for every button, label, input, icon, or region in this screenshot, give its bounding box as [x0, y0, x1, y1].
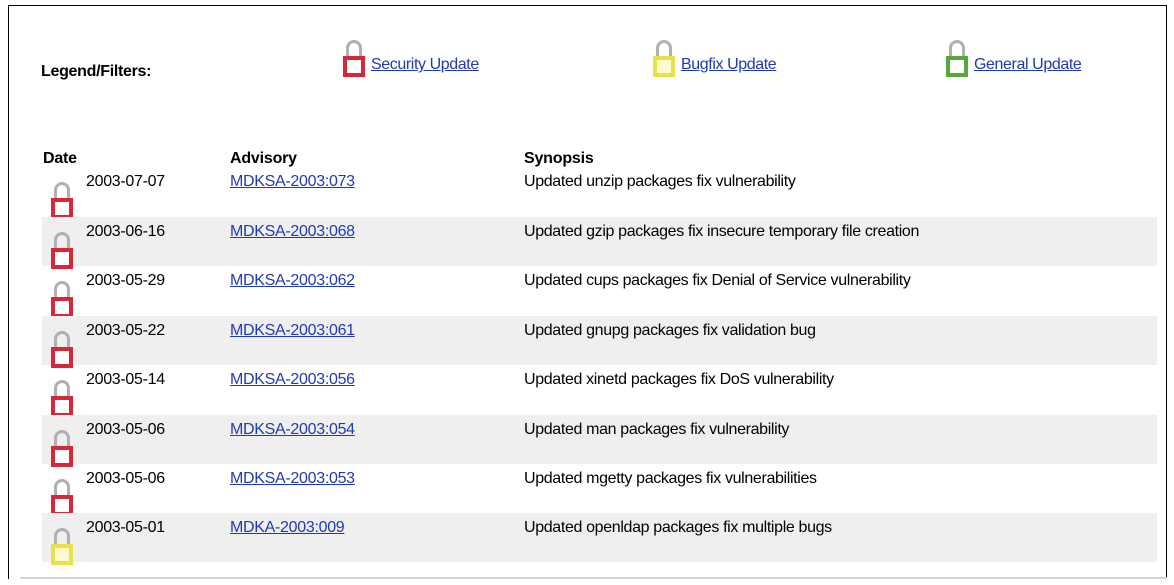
- advisory-link[interactable]: MDKSA-2003:062: [230, 272, 355, 290]
- row-date: 2003-05-01: [86, 519, 165, 536]
- column-header-synopsis: Synopsis: [524, 150, 594, 167]
- row-synopsis: Updated mgetty packages fix vulnerabilit…: [524, 470, 817, 487]
- green-lock-icon: [946, 40, 968, 77]
- row-synopsis: Updated gnupg packages fix validation bu…: [524, 322, 816, 339]
- filter-general-update[interactable]: General Update: [946, 40, 1082, 77]
- table-row: 2003-05-22 MDKSA-2003:061 Updated gnupg pa…: [42, 316, 1157, 368]
- row-date: 2003-05-22: [86, 322, 165, 339]
- row-date: 2003-05-06: [86, 470, 165, 487]
- bugfix-update-link[interactable]: Bugfix Update: [681, 56, 777, 74]
- row-synopsis: Updated man packages fix vulnerability: [524, 421, 790, 438]
- red-lock-icon: [51, 182, 73, 219]
- row-synopsis: Updated xinetd packages fix DoS vulnerab…: [524, 371, 834, 388]
- red-lock-icon: [51, 479, 73, 516]
- table-row: 2003-05-01 MDKA-2003:009 Updated openldap …: [42, 513, 1157, 565]
- table-row: 2003-05-06 MDKSA-2003:054 Updated man pack…: [42, 415, 1157, 467]
- general-update-link[interactable]: General Update: [974, 56, 1082, 74]
- row-synopsis: Updated openldap packages fix multiple b…: [524, 519, 832, 536]
- table-row: 2003-05-06 MDKSA-2003:053 Updated mgetty p…: [42, 464, 1157, 516]
- table-row: 2003-06-16 MDKSA-2003:068 Updated gzip pac…: [42, 217, 1157, 269]
- table-row: 2003-05-29 MDKSA-2003:062 Updated cups pac…: [42, 266, 1157, 318]
- red-lock-icon: [343, 40, 365, 77]
- red-lock-icon: [51, 331, 73, 368]
- legend-label: Legend/Filters:: [41, 63, 152, 80]
- advisory-link[interactable]: MDKSA-2003:061: [230, 322, 355, 340]
- yellow-lock-icon: [51, 528, 73, 565]
- filter-bugfix-update[interactable]: Bugfix Update: [653, 40, 777, 77]
- bottom-divider: [20, 577, 1167, 579]
- row-date: 2003-05-06: [86, 421, 165, 438]
- advisory-link[interactable]: MDKSA-2003:073: [230, 173, 355, 191]
- row-date: 2003-05-29: [86, 272, 165, 289]
- advisory-link[interactable]: MDKSA-2003:056: [230, 371, 355, 389]
- red-lock-icon: [51, 430, 73, 467]
- red-lock-icon: [51, 281, 73, 318]
- row-synopsis: Updated cups packages fix Denial of Serv…: [524, 272, 911, 289]
- advisory-link[interactable]: MDKA-2003:009: [230, 519, 345, 537]
- row-date: 2003-05-14: [86, 371, 165, 388]
- row-synopsis: Updated gzip packages fix insecure tempo…: [524, 223, 920, 240]
- security-update-link[interactable]: Security Update: [371, 56, 479, 74]
- row-date: 2003-07-07: [86, 173, 165, 190]
- red-lock-icon: [51, 232, 73, 269]
- table-row: 2003-07-07 MDKSA-2003:073 Updated unzip pa…: [42, 167, 1157, 219]
- red-lock-icon: [51, 380, 73, 417]
- advisory-link[interactable]: MDKSA-2003:068: [230, 223, 355, 241]
- row-date: 2003-06-16: [86, 223, 165, 240]
- advisory-link[interactable]: MDKSA-2003:053: [230, 470, 355, 488]
- filter-security-update[interactable]: Security Update: [343, 40, 479, 77]
- advisory-link[interactable]: MDKSA-2003:054: [230, 421, 355, 439]
- table-row: 2003-05-14 MDKSA-2003:056 Updated xinetd p…: [42, 365, 1157, 417]
- row-synopsis: Updated unzip packages fix vulnerability: [524, 173, 796, 190]
- column-header-date: Date: [43, 150, 77, 167]
- yellow-lock-icon: [653, 40, 675, 77]
- column-header-advisory: Advisory: [230, 150, 297, 167]
